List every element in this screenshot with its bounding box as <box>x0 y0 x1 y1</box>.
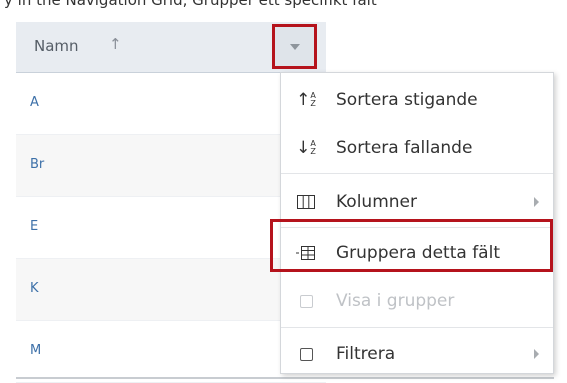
menu-item-label: Kolumner <box>336 192 417 212</box>
menu-item-label: Sortera stigande <box>336 90 478 110</box>
column-header-label: Namn <box>34 37 79 55</box>
sort-descending-icon: ↓ A Z <box>296 138 316 158</box>
highlight-annotation-box <box>270 219 553 272</box>
column-menu-trigger-button[interactable] <box>272 24 317 69</box>
row-cell-name[interactable]: E <box>30 219 38 234</box>
page-caption: y in the Navigation Grid, Grupper ett sp… <box>4 0 377 9</box>
menu-item-show-in-groups: Visa i grupper <box>281 276 553 326</box>
menu-item-label: Filtrera <box>336 344 396 364</box>
columns-icon <box>295 195 317 209</box>
column-header-namn[interactable]: Namn ↑ <box>16 22 326 73</box>
row-cell-name[interactable]: A <box>30 95 39 110</box>
menu-item-label: Visa i grupper <box>336 291 455 311</box>
menu-separator <box>281 327 553 328</box>
chevron-right-icon <box>534 349 539 359</box>
checkbox-icon <box>295 294 317 308</box>
menu-item-sort-ascending[interactable]: ↑ A Z Sortera stigande <box>281 75 553 125</box>
sort-ascending-indicator-icon: ↑ <box>109 35 122 53</box>
menu-separator <box>281 173 553 174</box>
chevron-down-icon <box>289 43 300 50</box>
sort-ascending-icon: ↑ A Z <box>296 90 316 110</box>
row-cell-name[interactable]: K <box>30 281 39 296</box>
chevron-right-icon <box>534 197 539 207</box>
checkbox-icon <box>295 347 317 361</box>
row-cell-name[interactable]: M <box>30 343 41 358</box>
menu-item-filter[interactable]: Filtrera <box>281 329 553 379</box>
row-cell-name[interactable]: Br <box>30 157 44 172</box>
menu-item-label: Sortera fallande <box>336 138 473 158</box>
menu-item-sort-descending[interactable]: ↓ A Z Sortera fallande <box>281 123 553 173</box>
